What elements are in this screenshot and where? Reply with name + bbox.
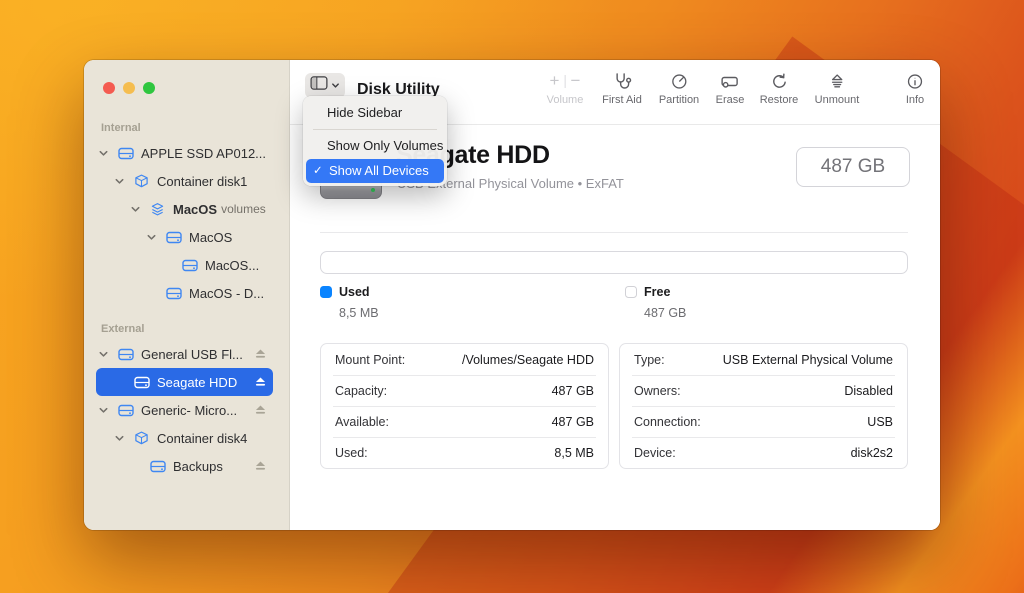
chevron-down-icon [331,77,340,95]
menu-item-show-only-volumes[interactable]: Show Only Volumes [303,133,447,159]
header-divider [320,232,908,233]
sidebar-section-external: External [101,323,145,335]
drive-led [371,188,375,192]
sidebar-item-label: Container disk4 [157,430,248,446]
sidebar-item-container-disk1[interactable]: Container disk1 [96,167,273,195]
table-row: Capacity: 487 GB [321,375,608,406]
sidebar-item-label: APPLE SSD AP012... [141,145,267,161]
sidebar-item-label: MacOS [173,201,218,217]
container-icon [134,174,150,188]
toolbar-partition-button[interactable]: Partition [659,70,699,106]
drive-icon [182,259,198,272]
toolbar-restore-button[interactable]: Restore [760,70,799,106]
restore-arrow-icon [760,70,799,92]
table-row: Owners: Disabled [620,375,907,406]
stethoscope-icon [602,70,642,92]
sidebar-item-label: Container disk1 [157,173,248,189]
sidebar-item-macos-data[interactable]: MacOS - D... [96,279,273,307]
drive-icon [150,460,166,473]
disk-utility-window: Internal APPLE SSD AP012... Container di… [84,60,940,530]
drive-icon [118,404,134,417]
sidebar-item-label: Generic- Micro... [141,402,238,418]
sidebar-item-label: MacOS [189,229,233,245]
sidebar-item-suffix: volumes [221,202,266,216]
chevron-down-icon[interactable] [98,148,118,159]
toolbar-erase-button[interactable]: Erase [716,70,745,106]
legend-free: Free 487 GB [625,285,686,320]
close-button[interactable] [103,82,115,94]
sidebar-item-label: Backups [173,458,223,474]
eject-icon[interactable] [255,461,266,471]
volumes-stack-icon [150,202,166,216]
eject-icon[interactable] [255,405,266,415]
free-value: 487 GB [644,306,687,320]
sidebar: Internal APPLE SSD AP012... Container di… [84,60,290,530]
sidebar-item-container-disk4[interactable]: Container disk4 [96,424,273,452]
table-row: Connection: USB [620,406,907,437]
chevron-down-icon[interactable] [98,405,118,416]
table-row: Type: USB External Physical Volume [634,352,893,367]
menu-separator [313,129,437,130]
minimize-button[interactable] [123,82,135,94]
sidebar-item-apple-ssd[interactable]: APPLE SSD AP012... [96,139,273,167]
table-row: Used: 8,5 MB [321,437,608,468]
zoom-button[interactable] [143,82,155,94]
used-value: 8,5 MB [339,306,379,320]
details-table: Mount Point:/Volumes/Seagate HDD Capacit… [320,343,908,469]
unmount-eject-icon [815,70,860,92]
chevron-down-icon[interactable] [114,433,134,444]
details-right-column: Type: USB External Physical Volume Owners… [619,343,908,469]
erase-drive-icon [716,70,745,92]
sidebar-item-seagate-hdd[interactable]: Seagate HDD [96,368,273,396]
sidebar-item-label: MacOS... [205,257,260,273]
table-row: Mount Point:/Volumes/Seagate HDD [335,352,594,367]
toolbar-info-button[interactable]: Info [906,70,925,106]
drive-icon [134,376,150,389]
chevron-down-icon[interactable] [114,176,134,187]
sidebar-toggle-button[interactable] [305,73,345,98]
table-row: Available: 487 GB [321,406,608,437]
sidebar-item-label: Seagate HDD [157,374,238,390]
eject-icon[interactable] [255,377,266,387]
chevron-down-icon[interactable] [146,232,166,243]
sidebar-options-menu: Hide Sidebar Show Only Volumes ✓ Show Al… [303,96,447,186]
checkmark-icon: ✓ [313,165,323,177]
drive-icon [166,231,182,244]
drive-icon [166,287,182,300]
sidebar-item-macos[interactable]: MacOS [96,223,273,251]
sidebar-item-label: MacOS - D... [189,285,265,301]
drive-icon [118,147,134,160]
traffic-lights [84,60,289,94]
storage-usage-bar [320,251,908,274]
sidebar-item-macos-volumes[interactable]: MacOS volumes [96,195,273,223]
legend-used: Used 8,5 MB [320,285,379,320]
toolbar-first-aid-button[interactable]: First Aid [602,70,642,106]
sidebar-icon [310,76,328,95]
sidebar-item-generic-micro[interactable]: Generic- Micro... [96,396,273,424]
chevron-down-icon[interactable] [98,349,118,360]
details-left-column: Mount Point:/Volumes/Seagate HDD Capacit… [320,343,609,469]
sidebar-item-backups[interactable]: Backups [96,452,273,480]
toolbar-unmount-button[interactable]: Unmount [815,70,860,106]
sidebar-section-internal: Internal [101,122,141,134]
container-icon [134,431,150,445]
toolbar-volume-button[interactable]: + − Volume [547,70,584,106]
sidebar-item-general-usb[interactable]: General USB Fl... [96,340,273,368]
table-row: Device: disk2s2 [620,437,907,468]
sidebar-item-macos-snapshot[interactable]: MacOS... [96,251,273,279]
menu-item-show-all-devices[interactable]: ✓ Show All Devices [306,159,444,183]
chevron-down-icon[interactable] [130,204,150,215]
used-swatch [320,286,332,298]
sidebar-item-label: General USB Fl... [141,346,243,362]
add-remove-volume-icon: + − [549,71,581,90]
pie-chart-icon [659,70,699,92]
drive-icon [118,348,134,361]
info-icon [906,70,925,92]
menu-item-hide-sidebar[interactable]: Hide Sidebar [303,100,447,126]
free-swatch [625,286,637,298]
menu-item-label: Show All Devices [329,163,429,178]
eject-icon[interactable] [255,349,266,359]
device-size-badge: 487 GB [796,147,910,187]
